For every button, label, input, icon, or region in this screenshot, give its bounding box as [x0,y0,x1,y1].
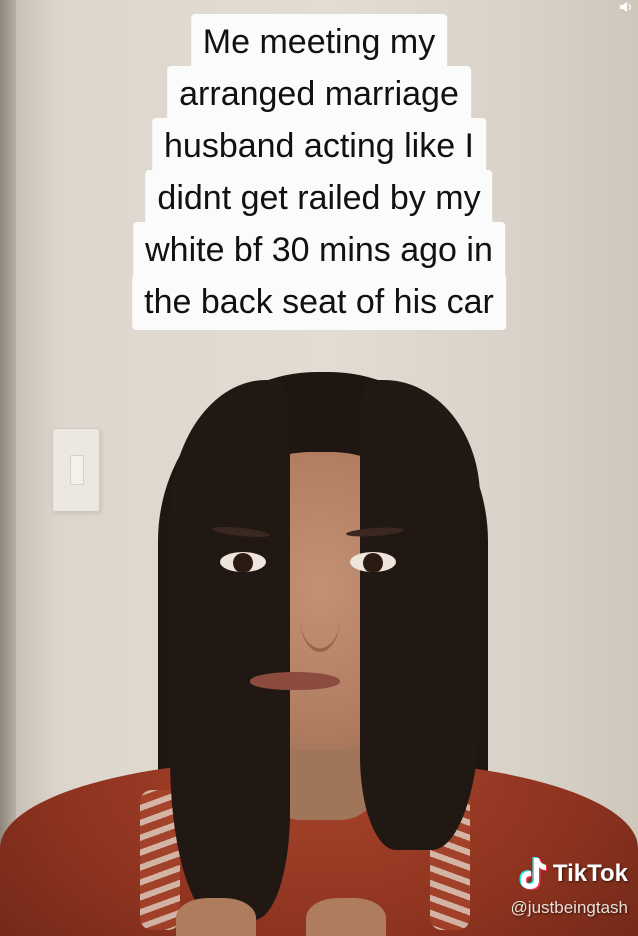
caption-line: arranged marriage [167,66,471,122]
mouth [250,672,340,690]
caption-line: the back seat of his car [132,274,506,330]
right-eye [350,552,396,572]
right-hand [306,898,386,936]
caption-line: husband acting like I [152,118,486,174]
nose [300,584,340,652]
left-hand [176,898,256,936]
hair-right [360,380,480,850]
tiktok-logo-icon [519,857,547,890]
caption-box: Me meeting my arranged marriage husband … [132,14,506,330]
caption-line: didnt get railed by my [145,170,493,226]
left-eye [220,552,266,572]
caption-line: white bf 30 mins ago in [133,222,505,278]
tiktok-brand-label: TikTok [552,860,628,887]
hair-left [170,380,290,920]
caption-line: Me meeting my [190,14,448,70]
video-frame: Me meeting my arranged marriage husband … [0,0,638,936]
tiktok-watermark: TikTok @justbeingtash [511,856,628,918]
sound-icon [620,2,632,12]
tiktok-handle: @justbeingtash [510,898,628,917]
